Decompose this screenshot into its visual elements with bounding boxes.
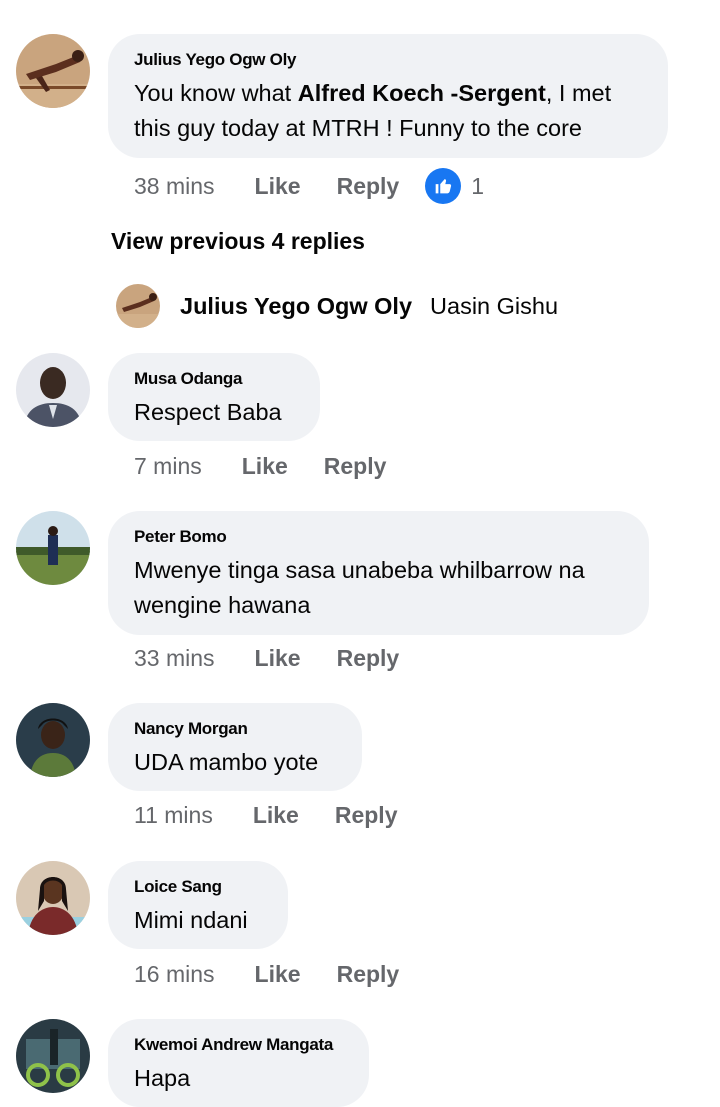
comment-text: You know what Alfred Koech -Sergent, I m…: [134, 76, 642, 146]
avatar[interactable]: [16, 1019, 90, 1093]
comment-author[interactable]: Peter Bomo: [134, 527, 623, 547]
comment-bubble: Kwemoi Andrew Mangata Hapa: [108, 1019, 369, 1107]
comment-author[interactable]: Nancy Morgan: [134, 719, 336, 739]
reply-button[interactable]: Reply: [335, 802, 398, 829]
comment-time[interactable]: 7 mins: [134, 453, 202, 480]
comment-bubble: Julius Yego Ogw Oly You know what Alfred…: [108, 34, 668, 158]
thumbs-up-icon[interactable]: [425, 168, 462, 204]
comment-text: Mimi ndani: [134, 907, 248, 933]
avatar[interactable]: [16, 34, 90, 108]
comment-author[interactable]: Julius Yego Ogw Oly: [134, 50, 642, 70]
avatar-field-photo: [16, 511, 90, 585]
mention-link[interactable]: Alfred Koech -Sergent: [298, 80, 546, 106]
comment-author[interactable]: Musa Odanga: [134, 369, 294, 389]
avatar-woman-smiling-photo: [16, 861, 90, 935]
reply-button[interactable]: Reply: [337, 961, 400, 988]
like-button[interactable]: Like: [255, 961, 301, 988]
avatar: [116, 284, 160, 328]
avatar-bike-photo: [16, 1019, 90, 1093]
avatar-runner-photo: [16, 34, 90, 108]
reply-preview[interactable]: Julius Yego Ogw Oly Uasin Gishu: [116, 284, 558, 328]
avatar-man-suit-photo: [16, 353, 90, 427]
like-button[interactable]: Like: [242, 453, 288, 480]
reply-button[interactable]: Reply: [337, 173, 400, 200]
reply-button[interactable]: Reply: [337, 645, 400, 672]
like-button[interactable]: Like: [255, 645, 301, 672]
view-previous-replies-link[interactable]: View previous 4 replies: [111, 228, 365, 255]
comment-time[interactable]: 11 mins: [134, 802, 213, 829]
reply-preview-text: Uasin Gishu: [430, 292, 559, 319]
comment-bubble: Peter Bomo Mwenye tinga sasa unabeba whi…: [108, 511, 649, 635]
avatar[interactable]: [16, 353, 90, 427]
comment-author[interactable]: Kwemoi Andrew Mangata: [134, 1035, 343, 1055]
avatar[interactable]: [16, 511, 90, 585]
like-button[interactable]: Like: [253, 802, 299, 829]
comment-text-part: You know what: [134, 80, 298, 106]
comment-bubble: Musa Odanga Respect Baba: [108, 353, 320, 441]
comment-meta: 7 mins Like Reply: [134, 453, 422, 480]
comment-meta: 38 mins Like Reply 1: [134, 168, 484, 204]
avatar[interactable]: [16, 861, 90, 935]
comment-meta: 11 mins Like Reply: [134, 802, 434, 829]
reply-button[interactable]: Reply: [324, 453, 387, 480]
comment-meta: 16 mins Like Reply: [134, 961, 435, 988]
comment-time[interactable]: 16 mins: [134, 961, 215, 988]
reply-preview-author: Julius Yego Ogw Oly: [180, 292, 413, 319]
comment-author[interactable]: Loice Sang: [134, 877, 262, 897]
avatar[interactable]: [16, 703, 90, 777]
comment-meta: 33 mins Like Reply: [134, 645, 435, 672]
like-button[interactable]: Like: [255, 173, 301, 200]
comment-time[interactable]: 33 mins: [134, 645, 215, 672]
reaction-count[interactable]: 1: [471, 173, 484, 200]
comment-text: Respect Baba: [134, 399, 282, 425]
comment-text: Mwenye tinga sasa unabeba whilbarrow na …: [134, 557, 585, 618]
comment-text: Hapa: [134, 1065, 191, 1091]
comment-bubble: Nancy Morgan UDA mambo yote: [108, 703, 362, 791]
comment-time[interactable]: 38 mins: [134, 173, 215, 200]
avatar-woman-photo: [16, 703, 90, 777]
comment-bubble: Loice Sang Mimi ndani: [108, 861, 288, 949]
comment-text: UDA mambo yote: [134, 749, 319, 775]
